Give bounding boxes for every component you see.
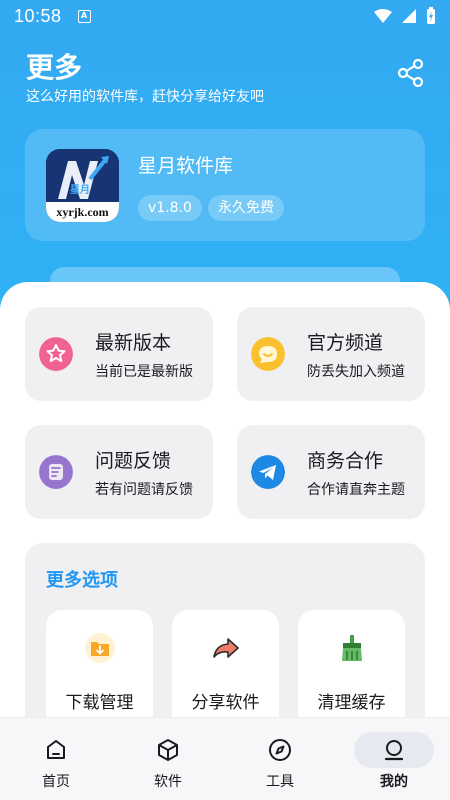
tile-business[interactable]: 商务合作 合作请直奔主题 <box>237 425 425 519</box>
broom-icon <box>342 635 362 661</box>
tile-title: 商务合作 <box>307 450 384 472</box>
telegram-icon <box>251 455 285 489</box>
signal-icon <box>402 9 416 23</box>
tile-title: 问题反馈 <box>95 450 172 472</box>
nav-tools[interactable]: 工具 <box>224 718 336 800</box>
notification-icon: A <box>77 9 91 23</box>
version-badge: v1.8.0 <box>138 195 202 221</box>
bottom-navigation: 首页 软件 工具 我的 <box>0 717 450 800</box>
home-icon <box>47 740 65 759</box>
nav-label: 软件 <box>154 774 182 790</box>
nav-software[interactable]: 软件 <box>112 718 224 800</box>
battery-icon <box>427 7 435 24</box>
tile-subtitle: 合作请直奔主题 <box>307 482 405 498</box>
more-options-panel: 更多选项 下载管理 分享软件 清理缓存 <box>25 543 425 717</box>
option-label: 清理缓存 <box>317 693 386 713</box>
tile-latest-version[interactable]: 最新版本 当前已是最新版 <box>25 307 213 401</box>
wifi-icon <box>374 9 392 23</box>
nav-label: 首页 <box>42 774 70 790</box>
app-info-card: 星月 xyrjk.com 星月软件库 v1.8.0 永久免费 <box>25 129 425 241</box>
feedback-icon <box>39 455 73 489</box>
page-subtitle: 这么好用的软件库，赶快分享给好友吧 <box>26 89 264 105</box>
share-button[interactable] <box>396 58 426 88</box>
app-logo: 星月 xyrjk.com <box>46 149 119 222</box>
share-icon <box>397 58 424 88</box>
clear-cache-button[interactable]: 清理缓存 <box>298 610 405 717</box>
option-label: 分享软件 <box>191 693 260 713</box>
tile-subtitle: 若有问题请反馈 <box>95 482 193 498</box>
share-arrow-icon <box>213 638 239 658</box>
license-badge: 永久免费 <box>208 195 284 221</box>
logo-mark: 星月 <box>70 185 90 196</box>
chat-icon <box>251 337 285 371</box>
nav-label: 我的 <box>380 774 408 790</box>
compass-icon <box>269 739 291 761</box>
status-bar: 10:58 A <box>0 0 450 32</box>
star-icon <box>39 337 73 371</box>
status-time: 10:58 <box>14 5 62 26</box>
cube-icon <box>158 739 178 761</box>
tile-title: 官方频道 <box>307 332 384 354</box>
tile-official-channel[interactable]: 官方频道 防丢失加入频道 <box>237 307 425 401</box>
option-label: 下载管理 <box>65 693 134 713</box>
app-name: 星月软件库 <box>138 155 234 177</box>
nav-label: 工具 <box>266 774 294 790</box>
nav-mine[interactable]: 我的 <box>338 718 450 800</box>
download-folder-icon <box>85 633 115 663</box>
more-options-title: 更多选项 <box>46 570 118 591</box>
tile-subtitle: 当前已是最新版 <box>95 364 193 380</box>
logo-text: xyrjk.com <box>56 205 109 219</box>
page-title: 更多 <box>26 51 83 84</box>
tile-title: 最新版本 <box>95 332 172 354</box>
nav-home[interactable]: 首页 <box>0 718 112 800</box>
share-software-button[interactable]: 分享软件 <box>172 610 279 717</box>
profile-icon <box>384 740 404 761</box>
download-manager-button[interactable]: 下载管理 <box>46 610 153 717</box>
tile-feedback[interactable]: 问题反馈 若有问题请反馈 <box>25 425 213 519</box>
tile-subtitle: 防丢失加入频道 <box>307 364 405 380</box>
